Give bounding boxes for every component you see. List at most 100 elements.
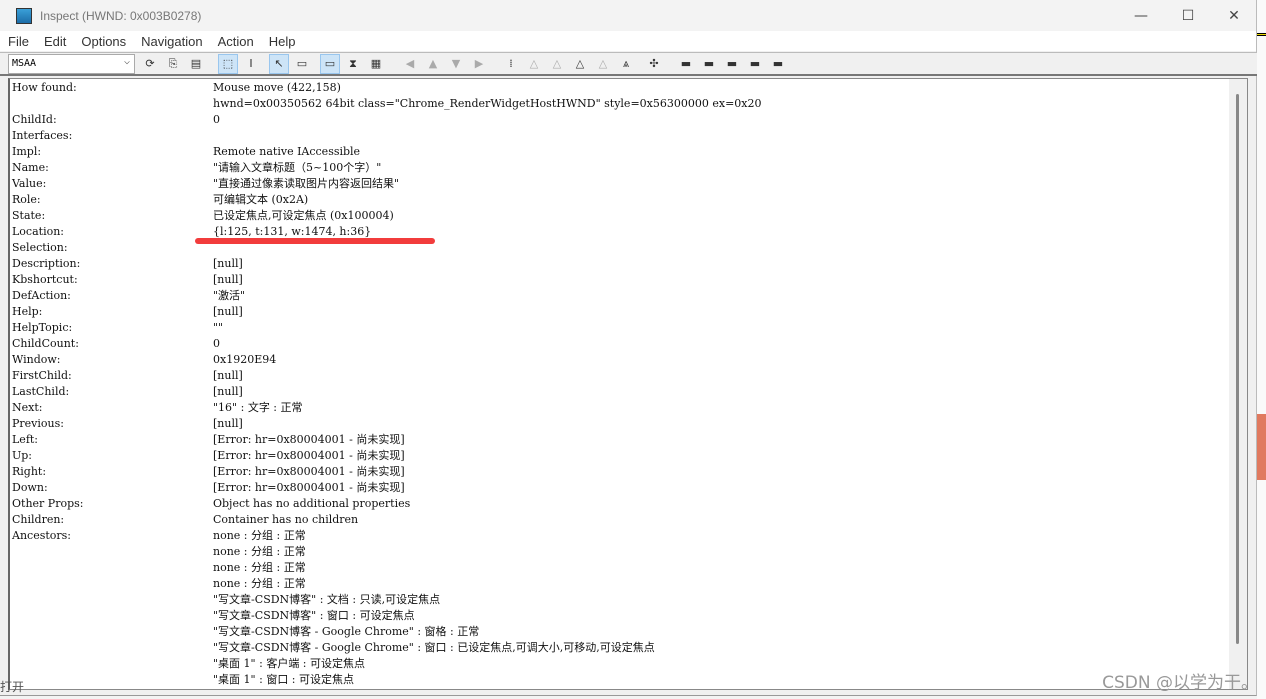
properties-pane: How found: Mouse move (422,158) hwnd=0x003…	[8, 78, 1248, 690]
up-button[interactable]: ▲	[423, 54, 443, 74]
hourglass-button[interactable]: ⧗	[343, 54, 363, 74]
menu-bar: File Edit Options Navigation Action Help	[0, 31, 1256, 51]
property-label: ChildId:	[12, 113, 57, 126]
take-focus-button[interactable]: ▬	[722, 54, 742, 74]
tooltip-button[interactable]: ▭	[292, 54, 312, 74]
maximize-button[interactable]: ☐	[1165, 0, 1211, 31]
down-button[interactable]: ▼	[446, 54, 466, 74]
property-value: Mouse move (422,158)	[213, 81, 341, 94]
property-label: ChildCount:	[12, 337, 79, 350]
app-icon	[16, 7, 32, 24]
property-value: [Error: hr=0x80004001 - 尚未实现]	[213, 433, 405, 446]
select-icon: ▬	[703, 57, 715, 70]
vertical-scrollbar[interactable]	[1229, 79, 1247, 689]
first-child-button[interactable]: △	[524, 54, 544, 74]
forward-button[interactable]: ▶	[469, 54, 489, 74]
property-label: Role:	[12, 193, 41, 206]
scrollbar-thumb[interactable]	[1236, 94, 1239, 644]
highlight-rect-button[interactable]: ▭	[320, 53, 340, 74]
minimize-button[interactable]: —	[1118, 0, 1164, 31]
chevron-down-icon: ⌵	[123, 55, 130, 67]
caret-highlight-icon: ▦	[370, 57, 382, 70]
add-selection-button[interactable]: ▬	[745, 54, 765, 74]
hit-test-button[interactable]: ✣	[644, 54, 664, 74]
property-value: "写文章-CSDN博客 - Google Chrome" : 窗格 : 正常	[213, 625, 480, 638]
property-label: Name:	[12, 161, 49, 174]
property-value: [null]	[213, 385, 243, 398]
property-label: Ancestors:	[12, 529, 71, 542]
property-value: "激活"	[213, 289, 246, 302]
property-label: Right:	[12, 465, 47, 478]
property-label: Impl:	[12, 145, 42, 158]
default-action-button[interactable]: ▬	[676, 54, 696, 74]
watch-caret-icon: I	[249, 57, 253, 70]
back-icon: ◀	[405, 57, 415, 70]
property-value: ""	[213, 321, 224, 334]
property-label: Next:	[12, 401, 43, 414]
property-value: "16" : 文字 : 正常	[213, 401, 303, 414]
select-button[interactable]: ▬	[699, 54, 719, 74]
property-value: "写文章-CSDN博客" : 窗口 : 可设定焦点	[213, 609, 415, 622]
property-value: none : 分组 : 正常	[213, 577, 306, 590]
property-value: "直接通过像素读取图片内容返回结果"	[213, 177, 400, 190]
highlight-rect-icon: ▭	[324, 57, 336, 70]
take-focus-icon: ▬	[726, 57, 738, 70]
hourglass-icon: ⧗	[349, 56, 357, 70]
property-value: hwnd=0x00350562 64bit class="Chrome_Rend…	[213, 97, 762, 110]
close-button[interactable]: ✕	[1211, 0, 1257, 31]
next-sibling-button[interactable]: △	[570, 54, 590, 74]
watch-cursor-button[interactable]: ↖	[269, 53, 289, 74]
children-button[interactable]: ⩓	[616, 54, 636, 74]
property-label: Previous:	[12, 417, 64, 430]
menu-options[interactable]: Options	[73, 34, 133, 49]
prev-sibling-button[interactable]: △	[547, 54, 567, 74]
property-label: Up:	[12, 449, 33, 462]
caret-highlight-button[interactable]: ▦	[366, 54, 386, 74]
property-value: "写文章-CSDN博客" : 文档 : 只读,可设定焦点	[213, 593, 441, 606]
menu-file[interactable]: File	[0, 34, 36, 49]
down-icon: ▼	[451, 57, 461, 70]
mode-select[interactable]: MSAA ⌵	[8, 53, 135, 74]
property-value: "桌面 1" : 窗口 : 可设定焦点	[213, 673, 355, 686]
forward-icon: ▶	[474, 57, 484, 70]
property-value: 0x1920E94	[213, 353, 277, 366]
property-value: Remote native IAccessible	[213, 145, 361, 158]
property-value: [null]	[213, 417, 243, 430]
up-icon: ▲	[428, 57, 438, 70]
property-value: [Error: hr=0x80004001 - 尚未实现]	[213, 465, 405, 478]
property-label: Left:	[12, 433, 39, 446]
properties-icon: ▤	[190, 57, 202, 70]
property-value: [null]	[213, 273, 243, 286]
property-value: "写文章-CSDN博客 - Google Chrome" : 窗口 : 已设定焦…	[213, 641, 655, 654]
property-label: DefAction:	[12, 289, 71, 302]
parent-icon: ⁞	[509, 57, 513, 70]
property-label: State:	[12, 209, 46, 222]
watch-focus-button[interactable]: ⬚	[218, 53, 238, 74]
last-child-button[interactable]: △	[593, 54, 613, 74]
menu-navigation[interactable]: Navigation	[133, 34, 209, 49]
menu-edit[interactable]: Edit	[36, 34, 73, 49]
first-child-icon: △	[529, 57, 539, 70]
next-sibling-icon: △	[575, 57, 585, 70]
property-label: Help:	[12, 305, 43, 318]
menu-help[interactable]: Help	[261, 34, 303, 49]
copy-button[interactable]: ⎘	[163, 54, 183, 74]
property-value: Container has no children	[213, 513, 359, 526]
remove-selection-button[interactable]: ▬	[768, 54, 788, 74]
toolbar: MSAA ⌵ ⟳ ⎘ ▤ ⬚ I ↖ ▭ ▭ ⧗ ▦ ◀ ▲ ▼ ▶ ⁞ △ △ △ △ ⩓ ✣ ▬ ▬ ▬ ▬ ▬	[0, 52, 1257, 76]
properties-button[interactable]: ▤	[186, 54, 206, 74]
property-value: [Error: hr=0x80004001 - 尚未实现]	[213, 449, 405, 462]
parent-button[interactable]: ⁞	[501, 54, 521, 74]
property-value: [null]	[213, 257, 243, 270]
property-label: Location:	[12, 225, 64, 238]
refresh-button[interactable]: ⟳	[140, 54, 160, 74]
back-button[interactable]: ◀	[400, 54, 420, 74]
property-label: Value:	[12, 177, 47, 190]
menu-action[interactable]: Action	[210, 34, 261, 49]
children-icon: ⩓	[622, 56, 630, 70]
prev-sibling-icon: △	[552, 57, 562, 70]
tooltip-icon: ▭	[296, 57, 308, 70]
watch-caret-button[interactable]: I	[241, 54, 261, 74]
property-label: Description:	[12, 257, 81, 270]
property-value: none : 分组 : 正常	[213, 529, 306, 542]
